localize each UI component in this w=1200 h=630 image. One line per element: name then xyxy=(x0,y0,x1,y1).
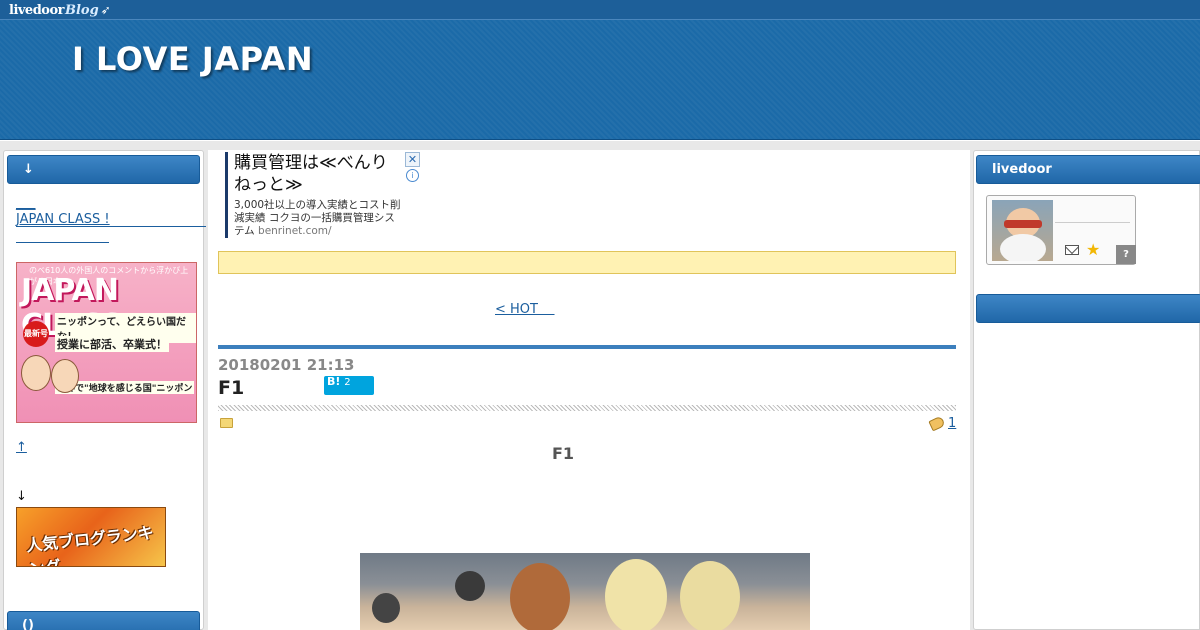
livedoor-blog-logo[interactable]: livedoor Blog ➶ xyxy=(9,1,111,19)
mail-icon[interactable] xyxy=(1065,245,1079,255)
section-divider xyxy=(218,345,956,349)
avatar[interactable] xyxy=(992,200,1053,261)
left-sidebar-bottom-heading: () xyxy=(7,611,200,630)
site-title[interactable]: I LOVE JAPAN xyxy=(72,40,313,78)
ad-description: 3,000社以上の導入実績とコスト削減実績 コクヨの一括購買管理システム ben… xyxy=(234,199,404,238)
notice-bar xyxy=(218,251,956,274)
profile-card: ★ ? xyxy=(986,195,1136,265)
dotted-divider xyxy=(218,405,956,411)
photo-figure xyxy=(680,561,740,630)
link-underline xyxy=(16,242,109,243)
right-sidebar: livedoor ★ ? xyxy=(973,150,1200,630)
info-icon[interactable]: i xyxy=(406,169,419,182)
ranking-text: 人気ブログランキング xyxy=(25,522,155,566)
folder-icon[interactable] xyxy=(220,418,233,428)
post-date: 20180201 21:13 xyxy=(218,356,355,374)
photo-figure xyxy=(605,559,667,630)
article-subtitle: F1 xyxy=(552,444,575,463)
left-sidebar-heading: ↓ xyxy=(7,155,200,184)
article-photo[interactable] xyxy=(360,553,810,630)
hatena-bookmark-icon: B! xyxy=(327,375,341,388)
japan-class-link[interactable]: JAPAN CLASS ! xyxy=(16,212,110,227)
logo-blog-text: Blog xyxy=(64,2,99,18)
main-content: 購買管理は≪べんりねっと≫ 3,000社以上の導入実績とコスト削減実績 コクヨの… xyxy=(208,150,970,630)
star-icon[interactable]: ★ xyxy=(1086,240,1100,259)
blog-header: I LOVE JAPAN xyxy=(0,20,1200,140)
top-bar: livedoor Blog ➶ xyxy=(0,0,1200,20)
photo-figure xyxy=(455,571,485,601)
sidebar-top-link[interactable]: ___ xyxy=(16,196,36,211)
avatar-glasses xyxy=(1004,220,1042,228)
tag-icon xyxy=(928,415,946,432)
help-icon[interactable]: ? xyxy=(1116,245,1136,264)
book-line-2: 授業に部活、卒業式！ xyxy=(55,336,169,352)
logo-text: livedoor xyxy=(9,2,64,18)
new-issue-badge: 最新号 xyxy=(23,321,49,347)
comment-count-link[interactable]: 1 xyxy=(948,416,956,431)
right-sidebar-second-heading xyxy=(976,294,1200,323)
illustration-face xyxy=(21,355,51,391)
hot-entries-link[interactable]: < HOT xyxy=(495,302,555,317)
close-icon[interactable]: ✕ xyxy=(405,152,420,167)
scroll-up-link[interactable]: ↑ xyxy=(16,440,27,455)
advertisement[interactable]: 購買管理は≪べんりねっと≫ 3,000社以上の導入実績とコスト削減実績 コクヨの… xyxy=(225,152,420,238)
down-arrow-label: ↓ xyxy=(16,489,27,504)
ad-domain[interactable]: benrinet.com/ xyxy=(258,225,332,237)
hatena-bookmark-count: 2 xyxy=(344,377,351,388)
hatena-bookmark-button[interactable]: B! 2 xyxy=(324,376,374,395)
profile-divider xyxy=(1055,222,1130,223)
ad-title[interactable]: 購買管理は≪べんりねっと≫ xyxy=(234,152,394,196)
photo-figure xyxy=(372,593,400,623)
left-sidebar: ↓ ___ JAPAN CLASS ! のべ610人の外国人のコメントから浮かび… xyxy=(3,150,206,630)
wing-icon: ➶ xyxy=(100,3,111,17)
right-sidebar-heading: livedoor xyxy=(976,155,1200,184)
link-underline xyxy=(16,226,206,227)
avatar-beard xyxy=(1000,234,1046,261)
illustration-face xyxy=(51,359,79,393)
blog-ranking-banner[interactable]: 人気ブログランキング xyxy=(16,507,166,567)
japan-class-book-banner[interactable]: のべ610人の外国人のコメントから浮かび上がる日本 JAPAN CLASS 最新… xyxy=(16,262,197,423)
post-title[interactable]: F1 xyxy=(218,377,244,399)
photo-figure xyxy=(510,563,570,630)
